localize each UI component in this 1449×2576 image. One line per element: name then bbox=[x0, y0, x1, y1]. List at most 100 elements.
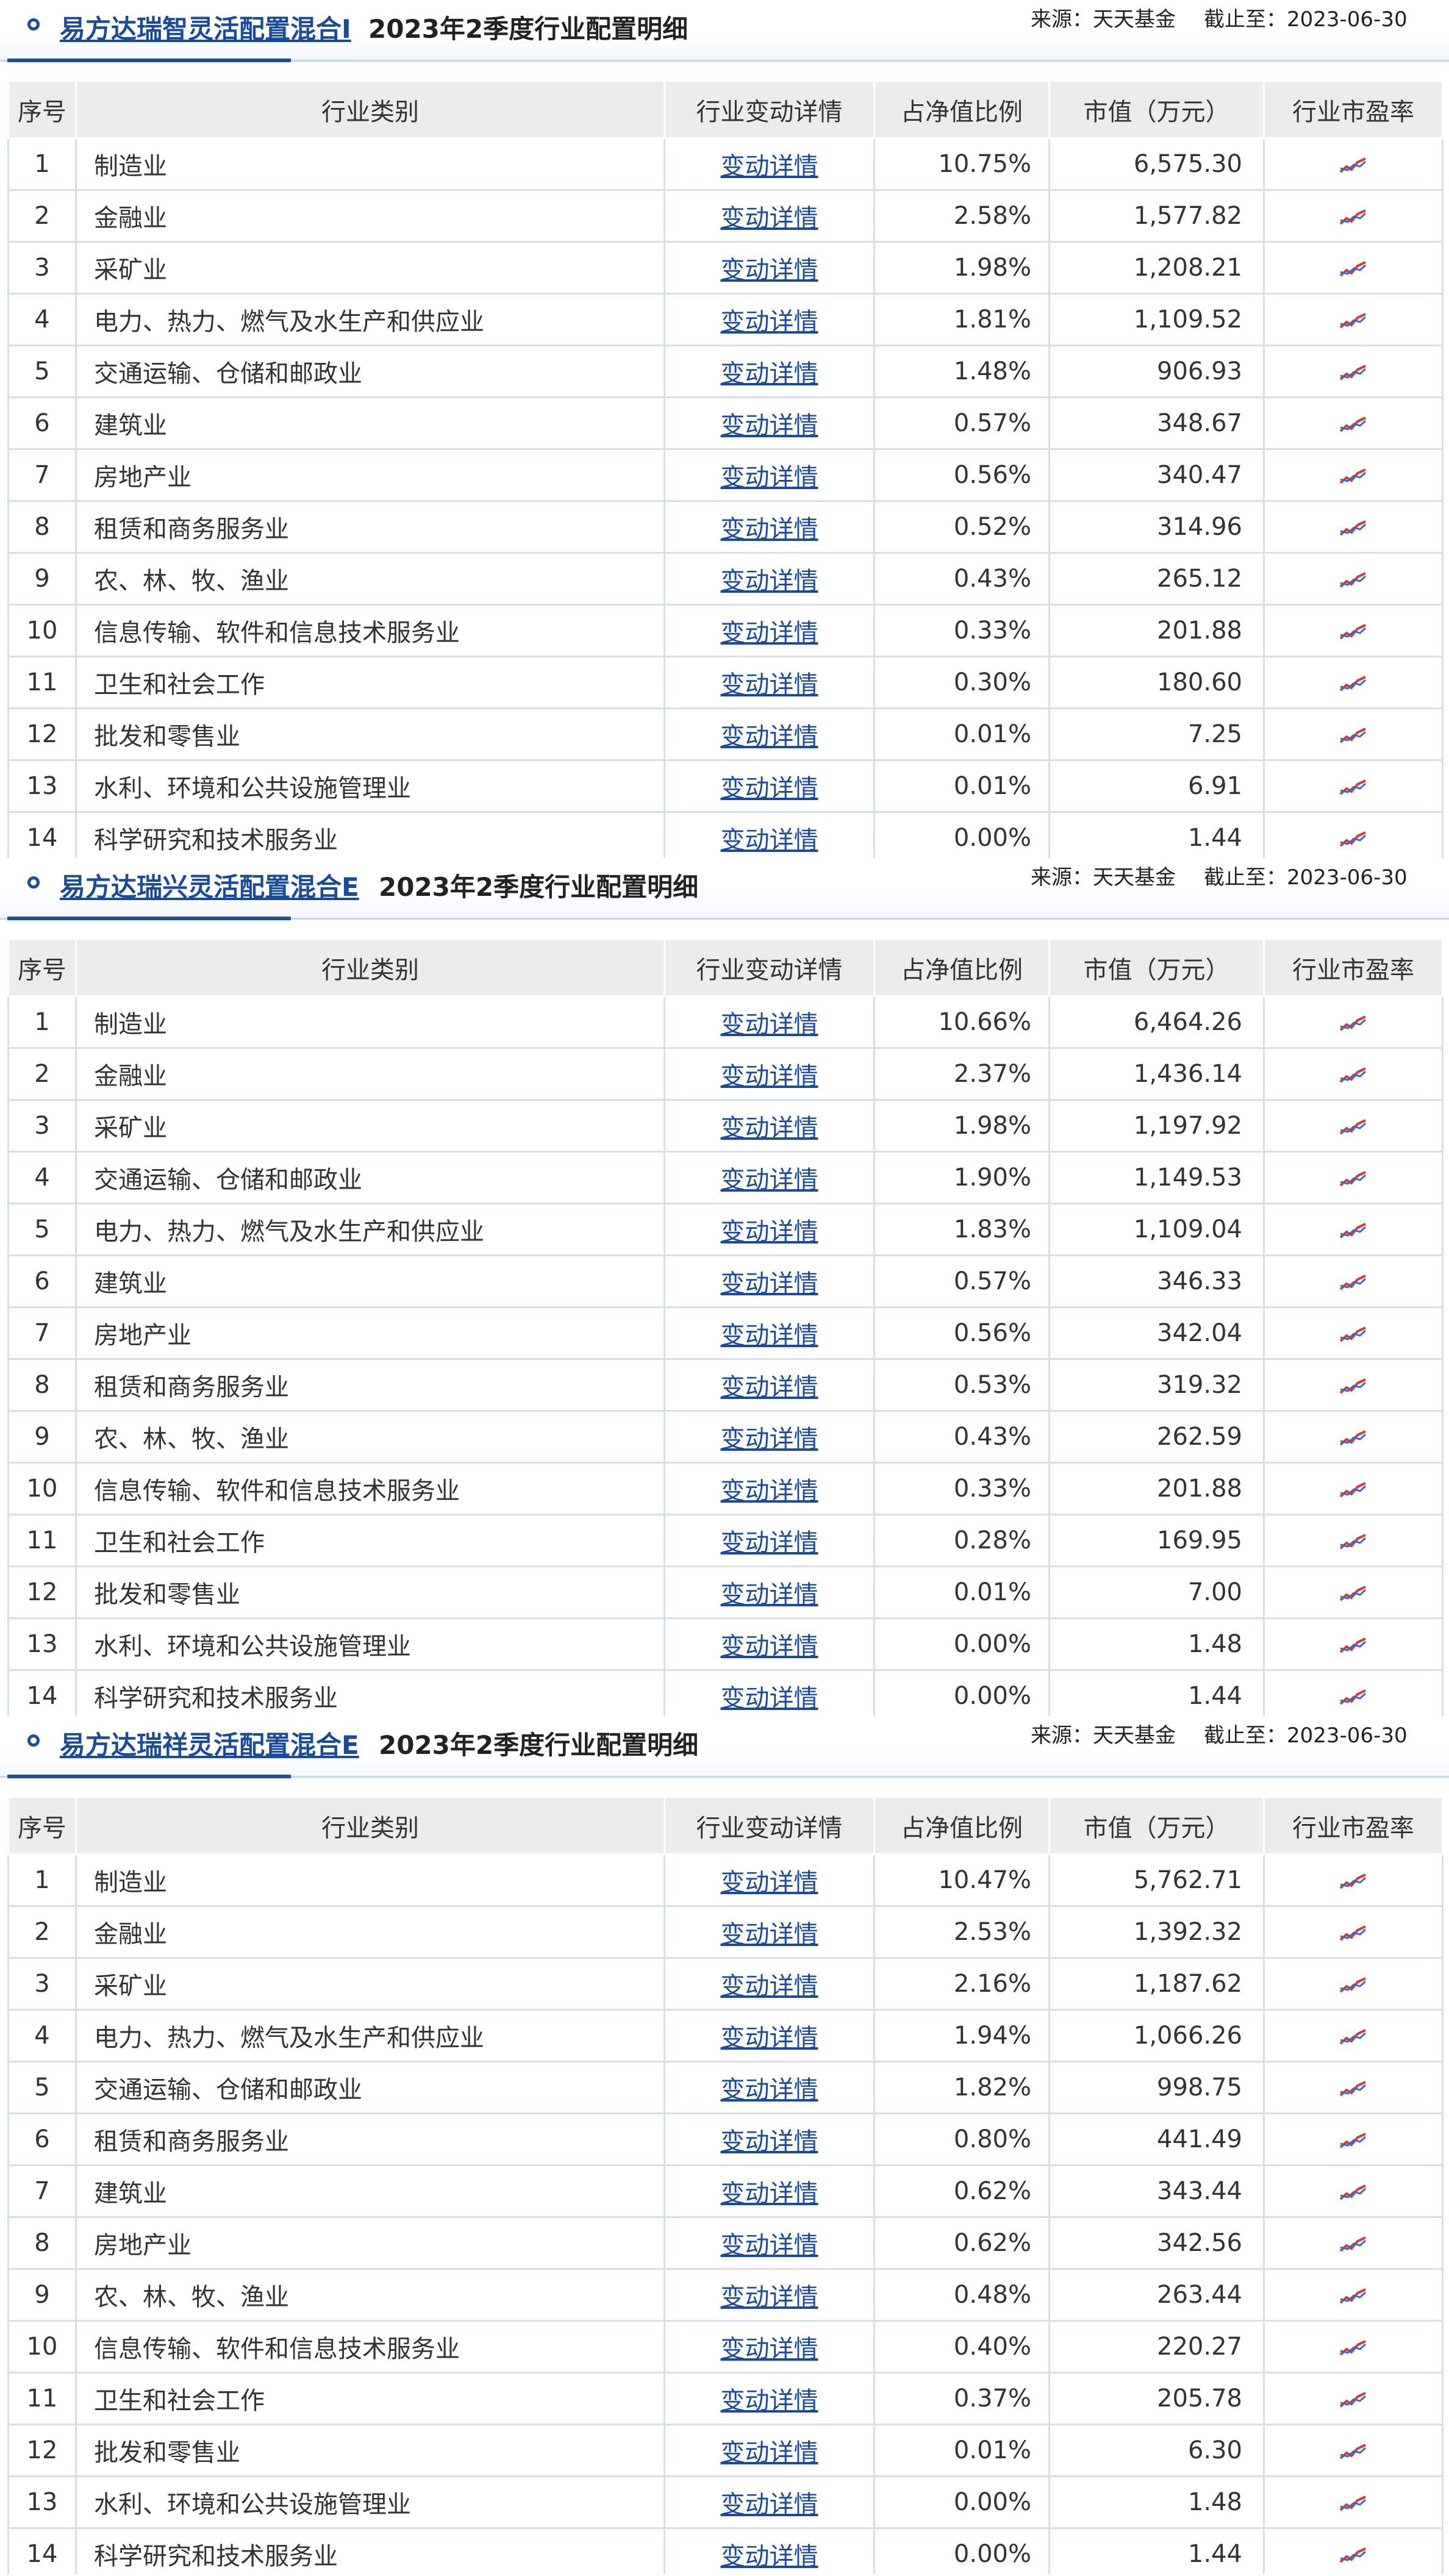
trend-chart-icon[interactable] bbox=[1339, 415, 1368, 434]
trend-chart-icon[interactable] bbox=[1339, 2546, 1368, 2564]
change-detail-link[interactable]: 变动详情 bbox=[721, 2335, 818, 2363]
change-detail-link[interactable]: 变动详情 bbox=[721, 2180, 818, 2208]
change-detail-link[interactable]: 变动详情 bbox=[721, 152, 818, 181]
fund-name-link[interactable]: 易方达瑞智灵活配置混合I bbox=[60, 9, 351, 46]
table-row: 4 电力、热力、燃气及水生产和供应业 变动详情 1.81% 1,109.52 bbox=[7, 293, 1444, 346]
trend-chart-icon[interactable] bbox=[1339, 1872, 1368, 1891]
trend-chart-icon[interactable] bbox=[1339, 2183, 1368, 2202]
trend-chart-icon[interactable] bbox=[1339, 1429, 1368, 1447]
trend-chart-icon[interactable] bbox=[1339, 1584, 1368, 1603]
trend-chart-icon[interactable] bbox=[1339, 1636, 1368, 1655]
change-detail-link[interactable]: 变动详情 bbox=[721, 1011, 818, 1039]
trend-chart-icon[interactable] bbox=[1339, 1014, 1368, 1032]
change-detail-link[interactable]: 变动详情 bbox=[721, 1684, 818, 1712]
trend-chart-icon[interactable] bbox=[1339, 2494, 1368, 2513]
trend-chart-icon[interactable] bbox=[1339, 778, 1368, 796]
trend-chart-icon[interactable] bbox=[1339, 830, 1368, 848]
pe-cell bbox=[1263, 241, 1444, 295]
table-row: 6 建筑业 变动详情 0.57% 346.33 bbox=[7, 1254, 1444, 1308]
change-detail-link[interactable]: 变动详情 bbox=[721, 1477, 818, 1505]
trend-chart-icon[interactable] bbox=[1339, 1170, 1368, 1188]
row-number: 7 bbox=[7, 1306, 77, 1360]
fund-name-link[interactable]: 易方达瑞祥灵活配置混合E bbox=[60, 1725, 359, 1762]
change-detail-link[interactable]: 变动详情 bbox=[721, 515, 818, 543]
trend-chart-icon[interactable] bbox=[1339, 2235, 1368, 2253]
trend-chart-icon[interactable] bbox=[1339, 260, 1368, 278]
change-detail-link[interactable]: 变动详情 bbox=[721, 1581, 818, 1609]
change-detail-link[interactable]: 变动详情 bbox=[721, 256, 818, 284]
change-detail-link[interactable]: 变动详情 bbox=[721, 1270, 818, 1298]
trend-chart-icon[interactable] bbox=[1339, 519, 1368, 537]
change-detail-link[interactable]: 变动详情 bbox=[721, 723, 818, 751]
trend-chart-icon[interactable] bbox=[1339, 2131, 1368, 2150]
trend-chart-icon[interactable] bbox=[1339, 1924, 1368, 1942]
trend-chart-icon[interactable] bbox=[1339, 726, 1368, 745]
change-detail-link[interactable]: 变动详情 bbox=[721, 2439, 818, 2467]
change-detail-link[interactable]: 变动详情 bbox=[721, 1920, 818, 1948]
industry-name: 卫生和社会工作 bbox=[75, 1514, 665, 1567]
change-detail-link[interactable]: 变动详情 bbox=[721, 619, 818, 647]
change-detail-link[interactable]: 变动详情 bbox=[721, 1062, 818, 1090]
trend-chart-icon[interactable] bbox=[1339, 674, 1368, 693]
table-row: 2 金融业 变动详情 2.53% 1,392.32 bbox=[7, 1905, 1444, 1959]
trend-chart-icon[interactable] bbox=[1339, 2028, 1368, 2046]
detail-cell: 变动详情 bbox=[664, 707, 875, 761]
change-detail-link[interactable]: 变动详情 bbox=[721, 2283, 818, 2311]
change-detail-link[interactable]: 变动详情 bbox=[721, 2024, 818, 2052]
change-detail-link[interactable]: 变动详情 bbox=[721, 1633, 818, 1661]
source-info: 来源：天天基金 截止至：2023-06-30 bbox=[1031, 2, 1408, 32]
trend-chart-icon[interactable] bbox=[1339, 1533, 1368, 1551]
change-detail-link[interactable]: 变动详情 bbox=[721, 2491, 818, 2519]
change-detail-link[interactable]: 变动详情 bbox=[721, 1322, 818, 1350]
trend-chart-icon[interactable] bbox=[1339, 1066, 1368, 1084]
change-detail-link[interactable]: 变动详情 bbox=[721, 360, 818, 388]
change-detail-link[interactable]: 变动详情 bbox=[721, 1869, 818, 1897]
trend-chart-icon[interactable] bbox=[1339, 571, 1368, 589]
change-detail-link[interactable]: 变动详情 bbox=[721, 567, 818, 595]
trend-chart-icon[interactable] bbox=[1339, 1688, 1368, 1706]
change-detail-link[interactable]: 变动详情 bbox=[721, 1218, 818, 1246]
change-detail-link[interactable]: 变动详情 bbox=[721, 1166, 818, 1194]
change-detail-link[interactable]: 变动详情 bbox=[721, 308, 818, 336]
change-detail-link[interactable]: 变动详情 bbox=[721, 2076, 818, 2104]
change-detail-link[interactable]: 变动详情 bbox=[721, 1373, 818, 1401]
change-detail-link[interactable]: 变动详情 bbox=[721, 1529, 818, 1557]
change-detail-link[interactable]: 变动详情 bbox=[721, 463, 818, 492]
trend-chart-icon[interactable] bbox=[1339, 1222, 1368, 1240]
change-detail-link[interactable]: 变动详情 bbox=[721, 2542, 818, 2571]
change-detail-link[interactable]: 变动详情 bbox=[721, 671, 818, 699]
trend-chart-icon[interactable] bbox=[1339, 208, 1368, 226]
trend-chart-icon[interactable] bbox=[1339, 312, 1368, 330]
trend-chart-icon[interactable] bbox=[1339, 2391, 1368, 2409]
change-detail-link[interactable]: 变动详情 bbox=[721, 1425, 818, 1453]
trend-chart-icon[interactable] bbox=[1339, 1118, 1368, 1136]
trend-chart-icon[interactable] bbox=[1339, 1976, 1368, 1994]
change-detail-link[interactable]: 变动详情 bbox=[721, 2128, 818, 2156]
market-value: 348.67 bbox=[1048, 396, 1265, 450]
trend-chart-icon[interactable] bbox=[1339, 2287, 1368, 2305]
trend-chart-icon[interactable] bbox=[1339, 1273, 1368, 1292]
change-detail-link[interactable]: 变动详情 bbox=[721, 2231, 818, 2259]
change-detail-link[interactable]: 变动详情 bbox=[721, 412, 818, 440]
change-detail-link[interactable]: 变动详情 bbox=[721, 826, 818, 854]
trend-chart-icon[interactable] bbox=[1339, 467, 1368, 485]
trend-chart-icon[interactable] bbox=[1339, 1325, 1368, 1343]
change-detail-link[interactable]: 变动详情 bbox=[721, 775, 818, 803]
fund-name-link[interactable]: 易方达瑞兴灵活配置混合E bbox=[60, 867, 359, 904]
trend-chart-icon[interactable] bbox=[1339, 2339, 1368, 2357]
row-number: 7 bbox=[7, 2164, 77, 2218]
trend-chart-icon[interactable] bbox=[1339, 156, 1368, 174]
trend-chart-icon[interactable] bbox=[1339, 1377, 1368, 1395]
trend-chart-icon[interactable] bbox=[1339, 363, 1368, 382]
trend-chart-icon[interactable] bbox=[1339, 2080, 1368, 2098]
pe-cell bbox=[1263, 2527, 1444, 2574]
change-detail-link[interactable]: 变动详情 bbox=[721, 1972, 818, 2000]
trend-chart-icon[interactable] bbox=[1339, 1481, 1368, 1499]
change-detail-link[interactable]: 变动详情 bbox=[721, 204, 818, 232]
trend-chart-icon[interactable] bbox=[1339, 623, 1368, 641]
change-detail-link[interactable]: 变动详情 bbox=[721, 2387, 818, 2415]
trend-chart-icon[interactable] bbox=[1339, 2442, 1368, 2461]
pe-cell bbox=[1263, 2113, 1444, 2166]
change-detail-link[interactable]: 变动详情 bbox=[721, 1114, 818, 1142]
pe-cell bbox=[1263, 1203, 1444, 1256]
